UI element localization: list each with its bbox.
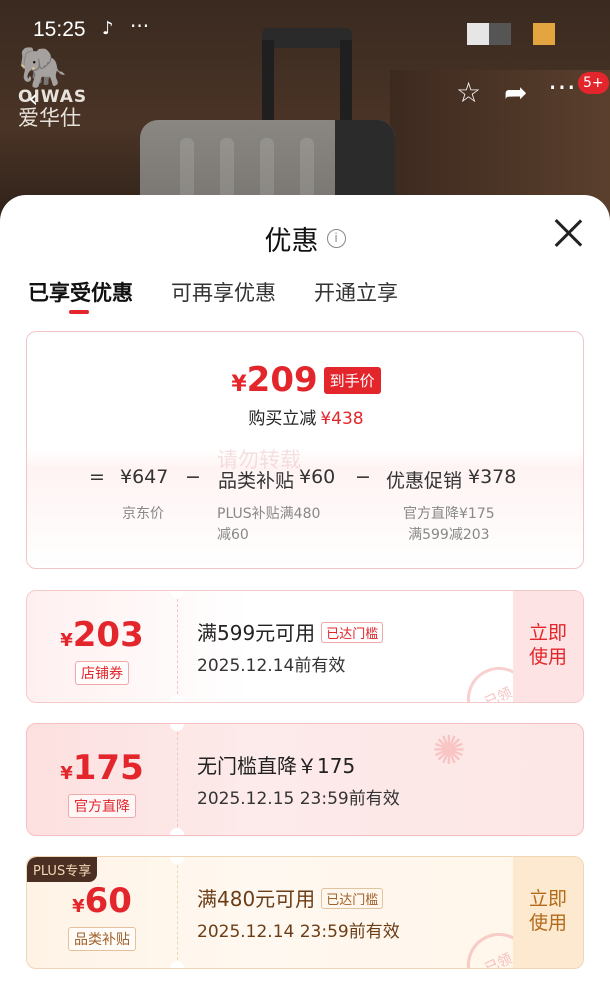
- firework-decoration-icon: ✺: [432, 728, 466, 774]
- formula-category-label: 品类补贴: [218, 470, 295, 492]
- coupon-amount: ¥203: [60, 615, 144, 655]
- sheet-title: 优惠: [264, 226, 319, 257]
- coupon-condition: 无门槛直降￥175: [197, 754, 356, 778]
- info-icon[interactable]: i: [326, 229, 346, 248]
- status-more: ···: [130, 14, 150, 38]
- coupon-validity: 2025.12.15 23:59前有效: [197, 789, 400, 809]
- formula-category-value: ¥60: [299, 466, 336, 488]
- tab-activate[interactable]: 开通立享: [314, 277, 398, 307]
- status-time: 15:25: [33, 18, 86, 41]
- reduce-label: 购买立减: [248, 409, 317, 429]
- formula-promo-label: 优惠促销: [386, 470, 463, 492]
- price-formula: = ¥647 − 品类补贴 ¥60 − 优惠促销 ¥378: [27, 466, 583, 492]
- coupon-value-area: ¥203 店铺券: [27, 591, 177, 702]
- formula-minus-2: −: [355, 466, 371, 488]
- coupon-kind: 店铺券: [75, 661, 129, 685]
- coupon-validity: 2025.12.14前有效: [197, 656, 346, 676]
- tab-enjoyed[interactable]: 已享受优惠: [28, 277, 133, 307]
- tab-indicator: [69, 310, 89, 314]
- tab-more-available[interactable]: 可再享优惠: [171, 277, 276, 307]
- category-sub: PLUS补贴满480 减60: [217, 506, 321, 543]
- coupon-amount: ¥60: [72, 881, 132, 921]
- sheet-header: 优惠 i: [0, 219, 610, 258]
- formula-jd-price: ¥647: [120, 466, 169, 488]
- coupon-value-area: ¥60 品类补贴: [27, 857, 177, 968]
- use-now-button[interactable]: 立即 使用: [513, 857, 583, 968]
- coupon-condition: 满480元可用 已达门槛: [197, 883, 384, 912]
- close-icon[interactable]: [552, 217, 584, 249]
- top-actions: ☆ ➦ ⋯: [450, 70, 590, 116]
- coupon-amount: ¥175: [60, 748, 144, 788]
- formula-equals: =: [89, 466, 105, 488]
- share-icon[interactable]: ➦: [504, 76, 527, 109]
- final-price-tag: 到手价: [323, 366, 381, 394]
- jd-price-label: 京东价: [122, 506, 164, 522]
- coupon-kind: 品类补贴: [68, 927, 136, 951]
- status-bar: 15:25 ♪ ···: [0, 0, 610, 62]
- coupon-kind: 官方直降: [68, 794, 136, 818]
- tiktok-icon: ♪: [102, 18, 114, 39]
- coupon-category-subsidy: PLUS专享 ¥60 品类补贴 满480元可用 已达门槛 2025.12.14 2…: [26, 856, 584, 969]
- final-price-row: ¥209 到手价: [27, 360, 583, 400]
- star-icon[interactable]: ☆: [456, 76, 481, 109]
- notification-badge: 5+: [578, 72, 609, 94]
- status-icon-2: [489, 23, 511, 45]
- coupon-condition: 满599元可用 已达门槛: [197, 617, 384, 646]
- discount-sheet: 优惠 i 已享受优惠 可再享优惠 开通立享 ¥209 到手价 购买立减 ¥438 请勿…: [0, 195, 610, 993]
- back-icon[interactable]: ‹: [28, 84, 38, 114]
- promo-sub: 官方直降¥175 满599减203: [403, 506, 495, 543]
- coupon-official-discount: ¥175 官方直降 ✺ 无门槛直降￥175 2025.12.15 23:59前有…: [26, 723, 584, 836]
- formula-minus-1: −: [185, 466, 201, 488]
- reduce-value: ¥438: [320, 409, 364, 429]
- formula-promo-value: ¥378: [468, 466, 517, 488]
- status-icon-1: [467, 23, 489, 45]
- coupon-validity: 2025.12.14 23:59前有效: [197, 922, 400, 942]
- coupon-value-area: ¥175 官方直降: [27, 724, 177, 835]
- threshold-met-tag: 已达门槛: [321, 888, 384, 909]
- reduce-row: 购买立减 ¥438: [27, 404, 583, 429]
- more-icon[interactable]: ⋯: [548, 70, 576, 103]
- price-summary-card: ¥209 到手价 购买立减 ¥438 请勿转载 = ¥647 − 品类补贴 ¥60 …: [26, 331, 584, 569]
- final-price: ¥209: [231, 360, 318, 400]
- coupon-store: ¥203 店铺券 满599元可用 已达门槛 2025.12.14前有效 已领 立即…: [26, 590, 584, 703]
- use-now-button[interactable]: 立即 使用: [513, 591, 583, 702]
- threshold-met-tag: 已达门槛: [321, 622, 384, 643]
- status-icon-3: [533, 23, 555, 45]
